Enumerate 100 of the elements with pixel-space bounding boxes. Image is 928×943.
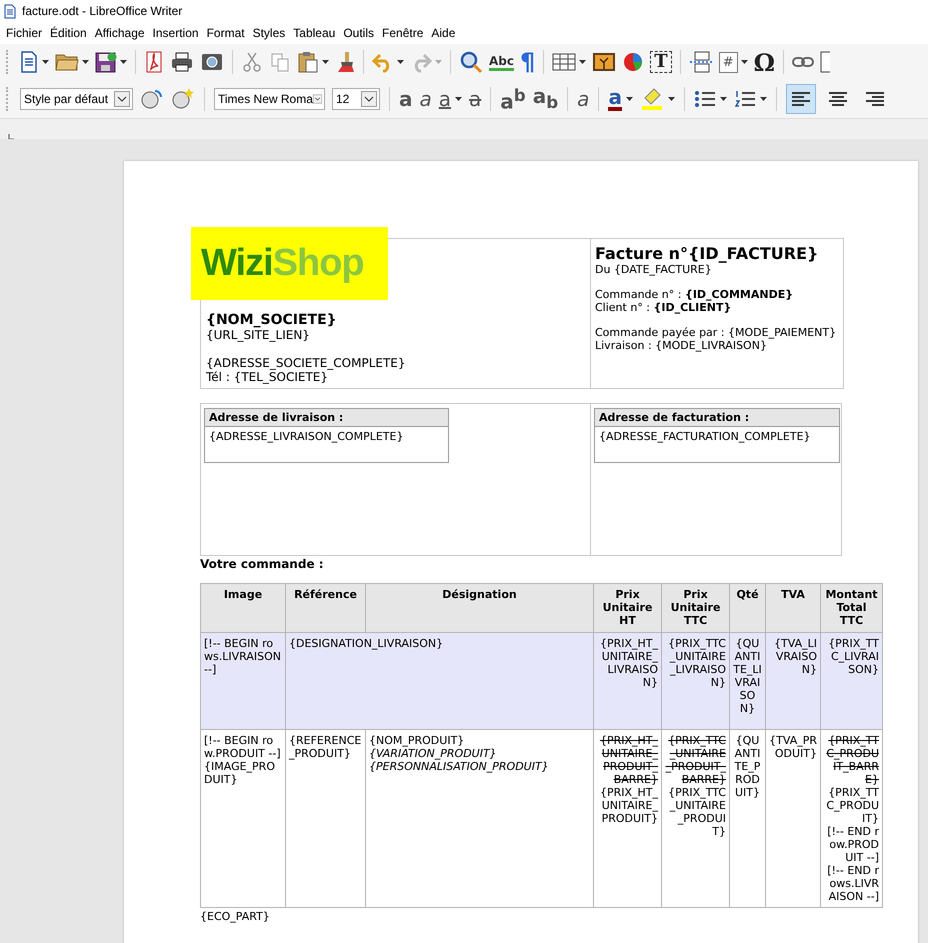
- special-character-button[interactable]: Ω: [754, 48, 775, 76]
- clear-formatting-button[interactable]: a: [577, 87, 590, 111]
- address-title: Adresse de livraison :: [205, 409, 448, 427]
- table-cell: {PRIX_TTC_UNITAIRE_PRODUIT_BARRE} {PRIX_TTC_UNITAIRE_PRODUIT}: [662, 730, 730, 908]
- client-number: Client n° : {ID_CLIENT}: [595, 301, 732, 314]
- company-address: {ADRESSE_SOCIETE_COMPLETE}: [206, 356, 407, 370]
- numbered-list-icon[interactable]: [734, 90, 756, 108]
- menu-item[interactable]: Affichage: [90, 26, 149, 40]
- invoice-date: Du {DATE_FACTURE}: [595, 263, 713, 276]
- address-content: {ADRESSE_LIVRAISON_COMPLETE}: [208, 429, 404, 445]
- table-cell: {QUANTITE_PRODUIT}: [730, 730, 766, 908]
- font-color-button[interactable]: a: [608, 87, 622, 111]
- address-title: Adresse de facturation :: [595, 409, 839, 427]
- table-cell: {REFERENCE_PRODUIT}: [286, 730, 366, 908]
- menu-item[interactable]: Insertion: [148, 26, 203, 40]
- column-header: TVA: [766, 584, 820, 632]
- company-phone: Tél : {TEL_SOCIETE}: [206, 370, 330, 384]
- pie-chart-icon[interactable]: [622, 51, 644, 73]
- menu-item[interactable]: Fichier: [2, 26, 46, 40]
- table-cell: [!-- BEGIN row.PRODUIT --] {IMAGE_PRODUIT}: [200, 730, 286, 908]
- scissors-icon[interactable]: [241, 51, 263, 73]
- payment-method: Commande payée par : {MODE_PAIEMENT}: [595, 326, 838, 339]
- column-header: Prix Unitaire TTC: [662, 584, 730, 632]
- menu-item[interactable]: Édition: [46, 26, 91, 40]
- table-cell: {PRIX_HT_UNITAIRE_PRODUIT_BARRE} {PRIX_HT_UNITAIRE_PRODUIT}: [594, 730, 662, 908]
- format-button[interactable]: a: [399, 87, 412, 111]
- align-center-icon: [828, 91, 848, 107]
- table-icon[interactable]: [552, 52, 576, 72]
- table-cell: [!-- BEGIN rows.LIVRAISON --]: [200, 632, 286, 730]
- format-button[interactable]: a: [469, 87, 482, 111]
- link-icon[interactable]: [792, 55, 814, 69]
- table-cell: {QUANTITE_LIVRAISON}: [730, 632, 766, 730]
- window-title: facture.odt - LibreOffice Writer: [22, 4, 182, 18]
- caret-icon[interactable]: [455, 97, 462, 101]
- folder-icon[interactable]: [55, 52, 79, 72]
- image-icon[interactable]: [592, 51, 616, 73]
- column-header: Référence: [286, 584, 366, 632]
- clipboard-icon[interactable]: [297, 51, 319, 73]
- company-name: {NOM_SOCIETE}: [206, 312, 338, 328]
- table-cell: {PRIX_TTC_UNITAIRE_LIVRAISON}: [662, 632, 730, 730]
- format-button[interactable]: a: [438, 87, 452, 111]
- printer-icon[interactable]: [170, 51, 194, 73]
- caret-icon[interactable]: [397, 60, 404, 64]
- column-header: Désignation: [366, 584, 594, 632]
- format-button[interactable]: a: [420, 87, 432, 111]
- column-header: Prix Unitaire HT: [594, 584, 662, 632]
- menu-item[interactable]: Outils: [339, 26, 378, 40]
- caret-icon[interactable]: [120, 60, 127, 64]
- caret-icon[interactable]: [82, 60, 89, 64]
- update-style-icon[interactable]: [140, 87, 164, 111]
- pdf-icon[interactable]: [144, 51, 164, 73]
- font-size-dropdown[interactable]: 12: [332, 88, 380, 110]
- column-header: Montant Total TTC: [820, 584, 882, 632]
- text-box-button[interactable]: T: [650, 51, 672, 73]
- section-heading: Votre commande :: [200, 557, 325, 571]
- eco-part-field: {ECO_PART}: [200, 910, 918, 924]
- search-icon[interactable]: [459, 50, 483, 74]
- caret-icon[interactable]: [760, 97, 767, 101]
- caret-icon: [361, 91, 377, 107]
- address-content: {ADRESSE_FACTURATION_COMPLETE}: [598, 429, 812, 445]
- column-header: Qté: [730, 584, 766, 632]
- superscript-button[interactable]: a$^{b}$: [500, 84, 526, 114]
- table-cell: {PRIX_HT_UNITAIRE_LIVRAISON}: [594, 632, 662, 730]
- caret-icon[interactable]: [579, 60, 586, 64]
- table-cell: {PRIX_TTC_LIVRAISON}: [820, 632, 882, 730]
- field-button[interactable]: #: [718, 52, 738, 72]
- caret-icon: [114, 91, 130, 107]
- menu-item[interactable]: Fenêtre: [378, 26, 428, 40]
- caret-icon[interactable]: [668, 97, 675, 101]
- order-number: Commande n° : {ID_COMMANDE}: [595, 288, 794, 301]
- spellcheck-button[interactable]: Abc: [489, 54, 514, 70]
- caret-icon[interactable]: [626, 97, 633, 101]
- subscript-button[interactable]: a$_{b}$: [532, 84, 558, 114]
- font-name-dropdown[interactable]: Times New Roma: [214, 88, 325, 110]
- shipping-method: Livraison : {MODE_LIVRAISON}: [595, 339, 768, 352]
- caret-icon[interactable]: [322, 60, 329, 64]
- table-cell: {NOM_PRODUIT} {VARIATION_PRODUIT} {PERSONNALISATION_PRODUIT}: [366, 730, 594, 908]
- new-style-icon[interactable]: [171, 87, 195, 111]
- tab-stop-icon[interactable]: [8, 134, 14, 140]
- caret-icon[interactable]: [740, 60, 748, 64]
- save-icon[interactable]: [95, 51, 117, 73]
- align-right-icon: [864, 91, 885, 107]
- paragraph-style-dropdown[interactable]: Style par défaut: [20, 88, 133, 110]
- align-left-button[interactable]: [786, 84, 816, 114]
- menu-item[interactable]: Styles: [248, 26, 290, 40]
- table-cell: {TVA_PRODUIT}: [766, 730, 820, 908]
- table-cell: {DESIGNATION_LIVRAISON}: [286, 632, 594, 730]
- page-break-icon[interactable]: [688, 51, 713, 73]
- menu-item[interactable]: Tableau: [289, 26, 340, 40]
- invoice-title: Facture n°{ID_FACTURE}: [595, 244, 820, 263]
- caret-icon[interactable]: [42, 60, 49, 64]
- bullet-list-icon[interactable]: [694, 90, 716, 108]
- caret-icon[interactable]: [720, 97, 727, 101]
- site-url: {URL_SITE_LIEN}: [206, 328, 311, 342]
- menu-item[interactable]: Format: [202, 26, 249, 40]
- new-document-icon[interactable]: [19, 51, 39, 73]
- formatting-marks-button[interactable]: ¶: [520, 48, 536, 76]
- paintbrush-icon[interactable]: [335, 51, 355, 73]
- print-preview-icon[interactable]: [200, 51, 224, 73]
- menu-item[interactable]: Aide: [427, 26, 460, 40]
